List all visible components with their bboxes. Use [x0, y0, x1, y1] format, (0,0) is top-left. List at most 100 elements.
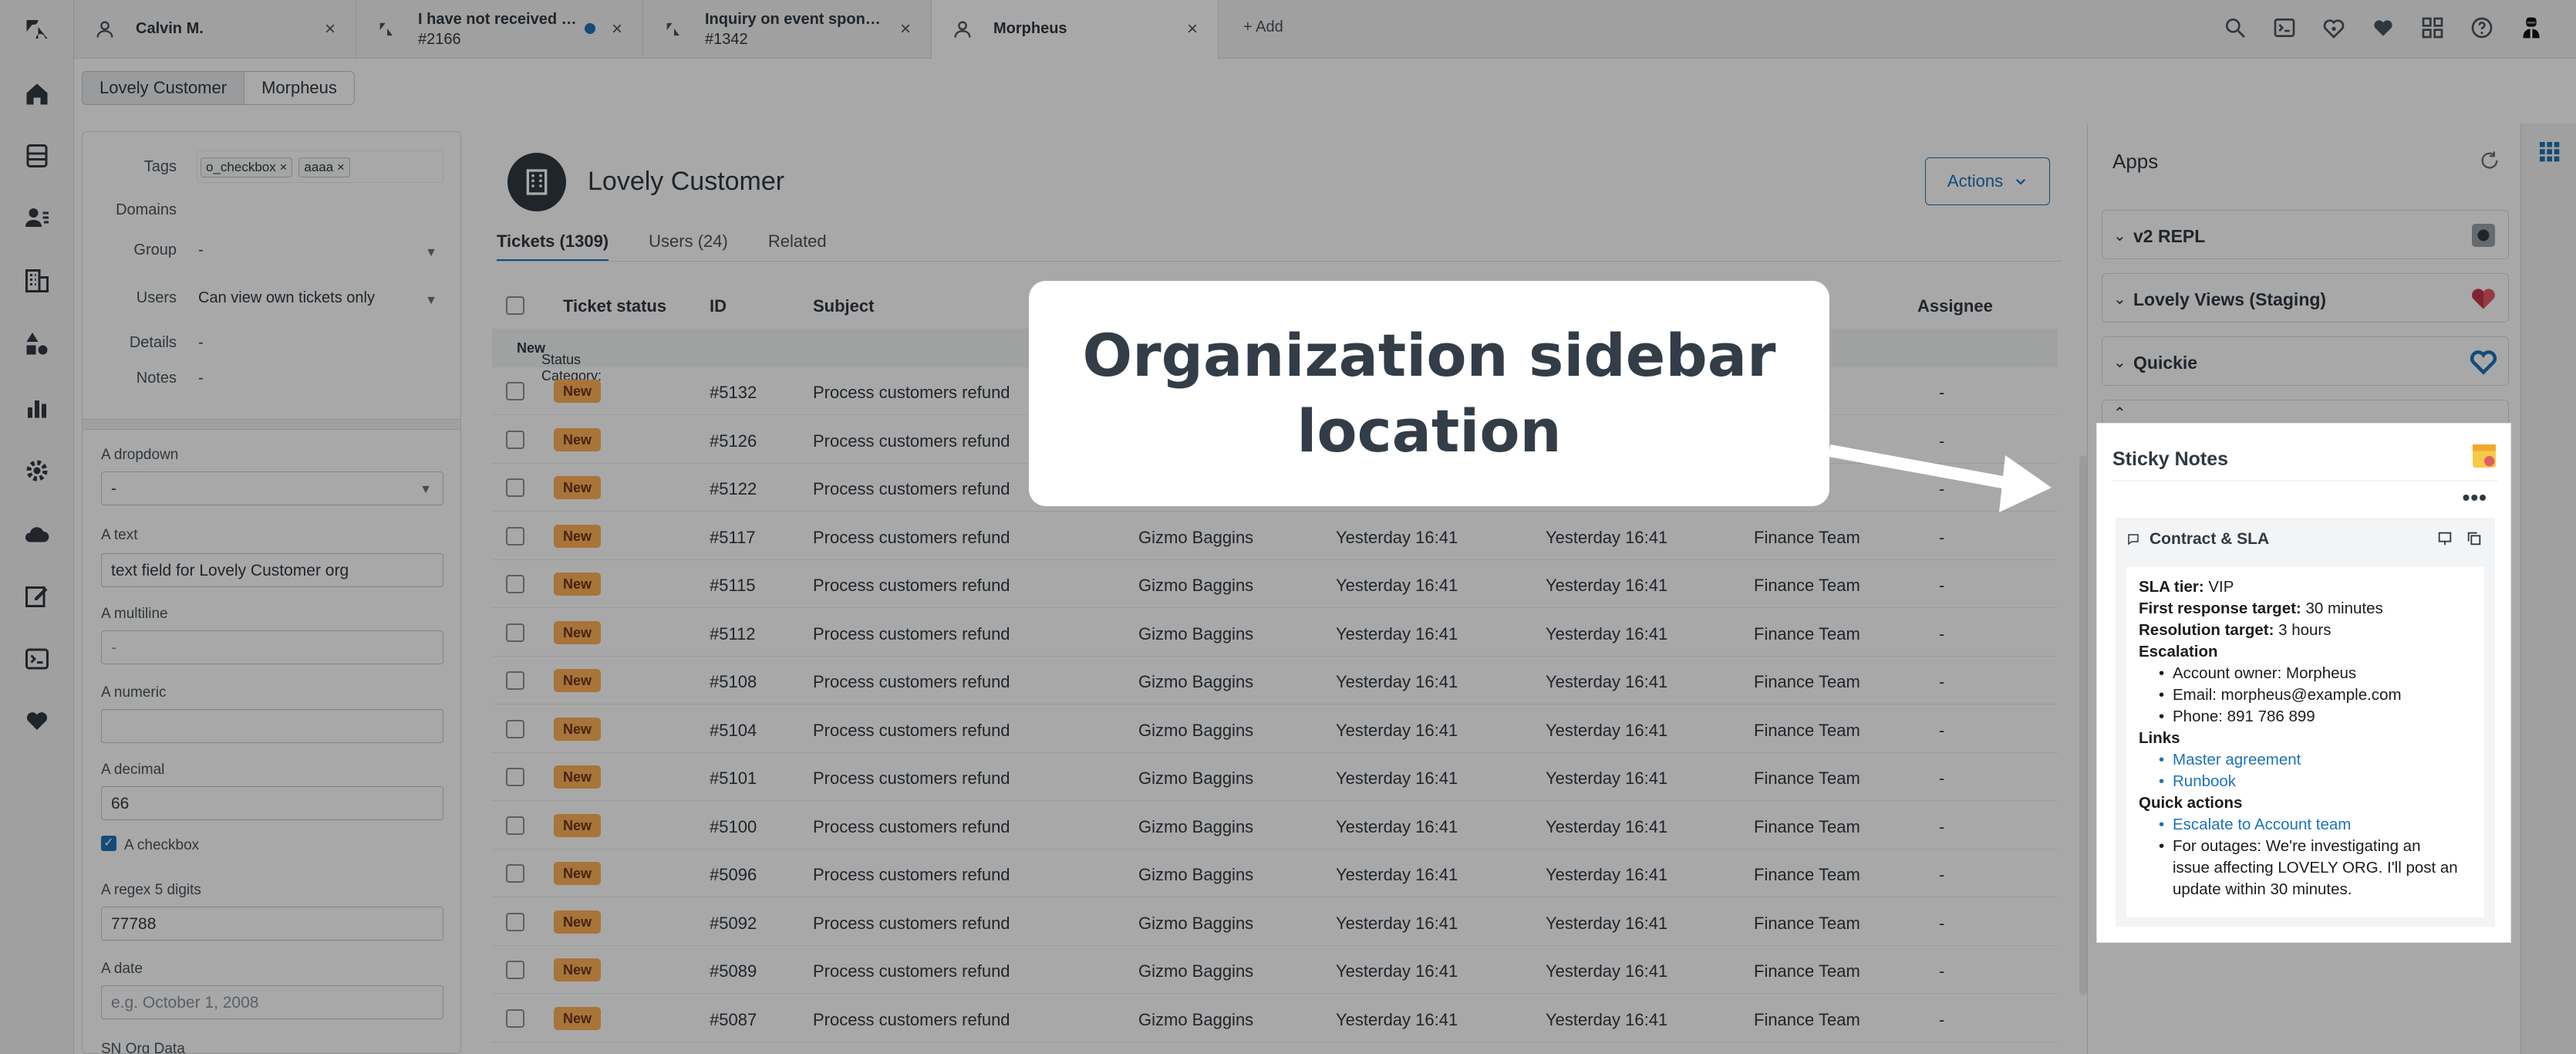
scrollbar[interactable]: [2079, 455, 2087, 995]
tab-related[interactable]: Related: [768, 231, 827, 262]
select-all-checkbox[interactable]: [506, 296, 524, 315]
heart-app-icon[interactable]: [2369, 14, 2397, 42]
row-checkbox[interactable]: [506, 623, 524, 642]
status-badge: New: [554, 380, 602, 403]
objects-icon[interactable]: [22, 329, 52, 360]
organizations-icon[interactable]: [22, 265, 52, 296]
table-row[interactable]: New #5089 Process customers refund Gizmo Ba…: [492, 946, 2058, 994]
row-checkbox[interactable]: [506, 575, 524, 593]
console-icon[interactable]: [2271, 14, 2298, 42]
avatar[interactable]: [2517, 14, 2545, 42]
close-icon[interactable]: ×: [612, 19, 622, 40]
group-value[interactable]: -: [198, 242, 204, 259]
heart-app-icon[interactable]: [22, 705, 52, 736]
chevron-down-icon[interactable]: ▼: [425, 294, 437, 308]
table-row[interactable]: New #5101 Process customers refund Gizmo Ba…: [492, 753, 2058, 801]
text-input[interactable]: text field for Lovely Customer org: [101, 553, 443, 587]
views-icon[interactable]: [22, 140, 52, 171]
edit-icon[interactable]: [22, 580, 52, 611]
table-row[interactable]: New #5117 Process customers refund Gizmo Ba…: [492, 512, 2058, 560]
column-id[interactable]: ID: [710, 296, 727, 316]
app-v2-repl[interactable]: ⌄ v2 REPL: [2102, 210, 2509, 259]
row-checkbox[interactable]: [506, 430, 524, 449]
details-value[interactable]: -: [198, 334, 204, 352]
tab-ticket-1342[interactable]: Inquiry on event spon… #1342 ×: [643, 0, 932, 59]
copy-icon[interactable]: [2466, 530, 2483, 547]
table-row[interactable]: New #5115 Process customers refund Gizmo Ba…: [492, 560, 2058, 608]
close-icon[interactable]: ×: [1187, 19, 1198, 40]
tag-chip[interactable]: aaaa ×: [298, 157, 350, 177]
search-icon[interactable]: [2221, 14, 2249, 42]
tab-tickets[interactable]: Tickets (1309): [497, 231, 609, 262]
row-checkbox[interactable]: [506, 864, 524, 883]
runbook-link[interactable]: Runbook: [2139, 771, 2472, 792]
table-row[interactable]: New #5100 Process customers refund Gizmo Ba…: [492, 802, 2058, 850]
console-icon[interactable]: [22, 644, 52, 674]
dropdown-select[interactable]: - ▼: [101, 471, 443, 505]
row-checkbox[interactable]: [506, 961, 524, 979]
table-row[interactable]: New #5112 Process customers refund Gizmo Ba…: [492, 609, 2058, 657]
quickie-icon[interactable]: [2320, 14, 2348, 42]
tab-ticket-2166[interactable]: I have not received … #2166 ×: [356, 0, 643, 59]
status-badge: New: [554, 669, 602, 692]
refresh-icon[interactable]: [2479, 150, 2500, 171]
master-agreement-link[interactable]: Master agreement: [2139, 749, 2472, 771]
more-options-icon[interactable]: •••: [2463, 485, 2487, 510]
users-label: Users: [136, 289, 177, 306]
multiline-input[interactable]: -: [101, 630, 443, 664]
cloud-icon[interactable]: [22, 519, 52, 549]
notes-value[interactable]: -: [198, 370, 204, 387]
actions-button[interactable]: Actions: [1925, 157, 2050, 205]
pin-icon[interactable]: [2436, 530, 2453, 547]
table-row[interactable]: New #5092 Process customers refund Gizmo Ba…: [492, 898, 2058, 946]
customers-icon[interactable]: [22, 202, 52, 233]
breadcrumb-user[interactable]: Morpheus: [244, 71, 355, 105]
ticket-requested: Yesterday 16:41: [1336, 816, 1458, 836]
apps-grid-icon[interactable]: [2537, 139, 2561, 164]
tab-title: Inquiry on event spon…: [705, 11, 881, 28]
breadcrumb-org[interactable]: Lovely Customer: [82, 71, 245, 105]
tab-users[interactable]: Users (24): [649, 231, 728, 262]
apps-grid-icon[interactable]: [2419, 14, 2446, 42]
tags-input[interactable]: o_checkbox × aaaa ×: [197, 150, 443, 183]
table-row[interactable]: New #5108 Process customers refund Gizmo Ba…: [492, 657, 2058, 704]
row-checkbox[interactable]: [506, 1008, 524, 1028]
checkbox-checked[interactable]: ✓: [101, 836, 116, 851]
app-lovely-views[interactable]: ⌄ Lovely Views (Staging): [2102, 273, 2509, 323]
escalate-link[interactable]: Escalate to Account team: [2139, 814, 2472, 836]
date-input[interactable]: e.g. October 1, 2008: [101, 985, 443, 1019]
reporting-icon[interactable]: [22, 392, 52, 423]
add-tab-button[interactable]: + Add: [1243, 19, 1283, 36]
app-quickie[interactable]: ⌄ Quickie: [2102, 336, 2509, 386]
zendesk-logo-icon[interactable]: [22, 14, 52, 45]
row-checkbox[interactable]: [506, 526, 524, 546]
regex-input[interactable]: 77788: [101, 907, 443, 941]
tab-user-calvin[interactable]: Calvin M. ×: [74, 0, 356, 59]
table-row[interactable]: New #5096 Process customers refund Gizmo Ba…: [492, 850, 2058, 897]
column-subject[interactable]: Subject: [813, 296, 874, 316]
tag-chip[interactable]: o_checkbox ×: [201, 157, 293, 177]
row-checkbox[interactable]: [506, 768, 524, 786]
row-checkbox[interactable]: [506, 382, 524, 400]
ticket-id: #5101: [710, 769, 757, 788]
row-checkbox[interactable]: [506, 912, 524, 931]
column-assignee[interactable]: Assignee: [1917, 296, 1993, 316]
help-icon[interactable]: [2468, 14, 2496, 42]
row-checkbox[interactable]: [506, 671, 524, 690]
close-icon[interactable]: ×: [900, 19, 911, 40]
note-header[interactable]: Contract & SLA: [2126, 530, 2269, 549]
row-checkbox[interactable]: [506, 816, 524, 835]
decimal-input[interactable]: 66: [101, 786, 443, 820]
home-icon[interactable]: [22, 79, 52, 110]
numeric-input[interactable]: [101, 709, 443, 743]
row-checkbox[interactable]: [506, 719, 524, 738]
close-icon[interactable]: ×: [325, 19, 335, 40]
tab-user-morpheus[interactable]: Morpheus ×: [932, 0, 1219, 59]
admin-gear-icon[interactable]: [22, 455, 52, 486]
row-checkbox[interactable]: [506, 478, 524, 497]
users-value[interactable]: Can view own tickets only: [198, 289, 375, 307]
column-status[interactable]: Ticket status: [563, 296, 666, 316]
chevron-down-icon[interactable]: ▼: [425, 246, 437, 260]
table-row[interactable]: New #5104 Process customers refund Gizmo Ba…: [492, 705, 2058, 753]
table-row[interactable]: New #5087 Process customers refund Gizmo Ba…: [492, 995, 2058, 1042]
